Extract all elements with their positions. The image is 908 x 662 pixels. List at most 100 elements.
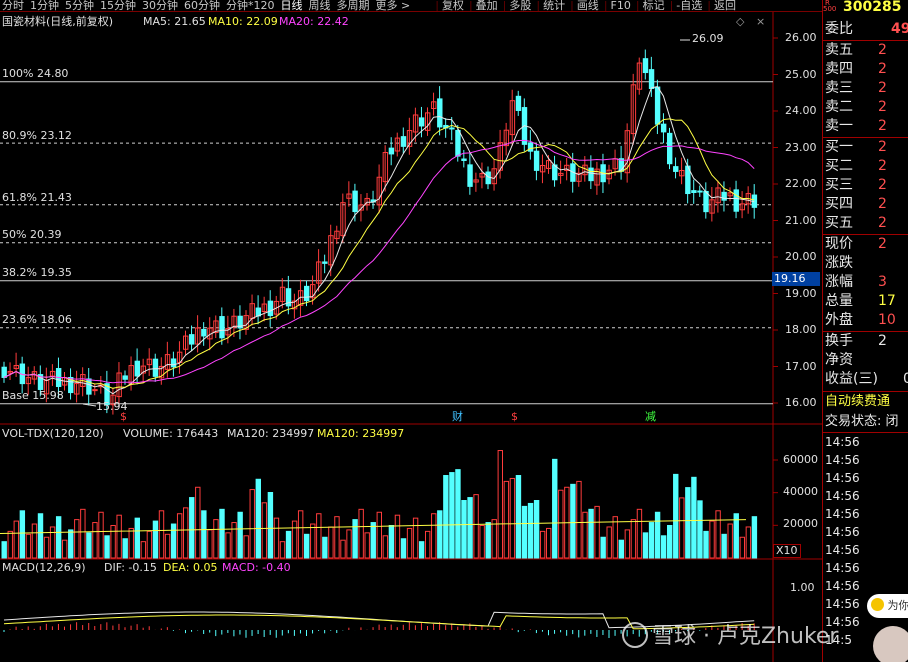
volume-bar: [443, 475, 449, 559]
period-tab-bar: 分时 1分钟 5分钟 15分钟 30分钟 60分钟 分钟*120 日线 周线 多周期 更多 > | 复权…: [0, 0, 822, 12]
candle-body: [654, 86, 661, 125]
volume-bar: [648, 522, 655, 559]
volume-bar: [418, 541, 425, 559]
period-tab[interactable]: 分时: [0, 0, 28, 11]
period-tab[interactable]: 15分钟: [98, 0, 140, 11]
trade-status: 交易状态: 闭: [825, 414, 899, 429]
stat-value: 17: [878, 293, 896, 309]
avatar[interactable]: [873, 626, 908, 662]
buy-label: 买三: [825, 177, 853, 193]
stat2-row: 收益(三) 0: [825, 370, 908, 389]
stat2-label: 收益(三): [825, 371, 878, 387]
fib-level-61: 61.8% 21.43: [2, 191, 72, 204]
period-tab[interactable]: 更多 >: [374, 0, 415, 11]
period-tab[interactable]: 30分钟: [140, 0, 182, 11]
sell-row[interactable]: 卖一 2: [825, 117, 908, 136]
volume-bar: [297, 510, 304, 559]
toolbar-button[interactable]: 叠加: [474, 0, 502, 11]
volume-bar: [618, 539, 624, 559]
toolbar-button[interactable]: 统计: [541, 0, 569, 11]
close-icon[interactable]: ×: [756, 16, 765, 28]
event-marker-reduce[interactable]: 减: [645, 411, 656, 423]
event-marker-dividend-2[interactable]: $: [511, 411, 518, 423]
volume-bar: [364, 532, 370, 559]
buy-row[interactable]: 买一 2: [825, 138, 908, 157]
candle-body: [455, 129, 461, 157]
diamond-icon[interactable]: ◇: [736, 16, 744, 28]
volume-bar: [31, 523, 38, 559]
period-tab[interactable]: 周线: [307, 0, 335, 11]
candle-body: [467, 164, 473, 187]
candle-body: [201, 328, 207, 337]
volume-bar: [346, 529, 352, 559]
volume-bar: [164, 533, 171, 559]
stat2-label: 换手: [825, 333, 853, 349]
volume-bar: [279, 541, 286, 559]
vol-volume: VOLUME: 176443: [123, 427, 219, 440]
toolbar-button[interactable]: 标记: [641, 0, 669, 11]
toolbar-button[interactable]: -自选: [674, 0, 706, 11]
buy-row[interactable]: 买五 2: [825, 214, 908, 233]
toolbar-button[interactable]: 画线: [575, 0, 603, 11]
volume-bar: [62, 539, 68, 559]
volume-bar: [122, 538, 128, 559]
macd-axis-label: 1.00: [790, 581, 815, 594]
volume-bar: [158, 510, 165, 559]
sell-row[interactable]: 卖五 2: [825, 41, 908, 60]
macd-value: MACD: -0.40: [222, 561, 291, 574]
toolbar-button[interactable]: 多股: [507, 0, 535, 11]
volume-bar: [49, 526, 56, 559]
candle-body: [122, 375, 128, 380]
buy-row[interactable]: 买三 2: [825, 176, 908, 195]
toolbar-button[interactable]: F10: [609, 0, 635, 11]
vol-title: VOL-TDX(120,120): [2, 427, 104, 440]
event-marker-report[interactable]: 财: [452, 411, 463, 423]
volume-bar: [461, 500, 467, 559]
period-tab[interactable]: 日线: [279, 0, 307, 11]
r-sub-label: 500: [823, 5, 837, 13]
buy-row[interactable]: 买二 2: [825, 157, 908, 176]
volume-bar: [98, 511, 104, 559]
volume-bar: [406, 527, 413, 559]
chart-area[interactable]: 国瓷材料(日线,前复权) MA5: 21.65 MA10: 22.09 MA20…: [0, 12, 822, 662]
volume-bar: [104, 535, 110, 559]
tick-time: 14:56: [825, 453, 860, 467]
volume-bar: [376, 511, 383, 559]
candle-body: [485, 171, 491, 185]
stat-row: 外盘 10: [825, 311, 908, 330]
period-tab[interactable]: 多周期: [335, 0, 374, 11]
period-tab[interactable]: 分钟*120: [224, 0, 279, 11]
volume-bar: [600, 536, 606, 559]
period-tab[interactable]: 1分钟: [28, 0, 63, 11]
sell-row[interactable]: 卖四 2: [825, 60, 908, 79]
chat-bubble[interactable]: 为你: [867, 594, 908, 618]
volume-bar: [558, 489, 564, 559]
volume-bar: [370, 522, 376, 559]
volume-bar: [497, 450, 504, 559]
volume-bar: [249, 489, 255, 559]
candle-body: [515, 95, 522, 111]
event-marker-dividend[interactable]: $: [120, 411, 127, 423]
vol-axis-label: 20000: [783, 517, 818, 530]
volume-bar: [225, 532, 231, 559]
stat-value: 2: [878, 236, 887, 252]
candle-body: [588, 167, 594, 182]
volume-bar: [679, 497, 685, 559]
volume-bar: [116, 514, 122, 559]
volume-bar: [195, 486, 201, 559]
volume-bar: [110, 524, 116, 559]
toolbar-button[interactable]: 复权: [440, 0, 468, 11]
sell-label: 卖三: [825, 80, 853, 96]
period-tab[interactable]: 60分钟: [182, 0, 224, 11]
sell-row[interactable]: 卖二 2: [825, 98, 908, 117]
volume-bar: [285, 530, 292, 559]
buy-row[interactable]: 买四 2: [825, 195, 908, 214]
volume-bar: [588, 508, 594, 559]
period-tab[interactable]: 5分钟: [63, 0, 98, 11]
sell-row[interactable]: 卖三 2: [825, 79, 908, 98]
volume-bar: [527, 502, 534, 559]
vol-axis-label: 40000: [783, 485, 818, 498]
toolbar-button[interactable]: 返回: [712, 0, 740, 11]
volume-bar: [485, 522, 491, 559]
auto-renew-notice[interactable]: 自动续费通: [825, 392, 908, 411]
